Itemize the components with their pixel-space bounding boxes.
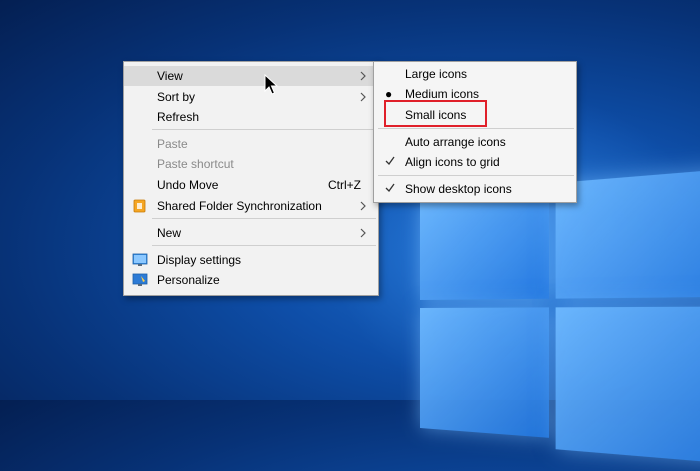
windows-logo [420,159,700,471]
submenu-item-auto-arrange[interactable]: Auto arrange icons [374,132,576,152]
menu-item-sort-by[interactable]: Sort by [124,87,378,107]
menu-item-label: Sort by [157,87,195,107]
view-submenu: Large icons ● Medium icons Small icons A… [373,61,577,203]
logo-pane-bottom-right [556,306,700,466]
menu-item-refresh[interactable]: Refresh [124,107,378,127]
submenu-separator [378,128,574,129]
menu-item-paste[interactable]: Paste [124,134,378,154]
sync-app-icon [132,199,148,213]
chevron-right-icon [358,201,368,211]
submenu-item-align-to-grid[interactable]: Align icons to grid [374,152,576,172]
menu-item-label: Shared Folder Synchronization [157,196,322,216]
annotation-highlight-box [384,100,487,127]
logo-pane-bottom-left [420,307,549,437]
logo-pane-top-right [556,166,700,299]
mouse-cursor-icon [264,74,278,96]
desktop-context-menu: View Sort by Refresh Paste Paste shortcu… [123,61,379,296]
menu-separator [152,129,376,130]
menu-item-view[interactable]: View [124,66,378,86]
menu-item-label: Undo Move [157,175,218,195]
menu-item-undo-move[interactable]: Undo Move Ctrl+Z [124,175,378,195]
menu-item-display-settings[interactable]: Display settings [124,250,378,270]
menu-item-shared-folder-sync[interactable]: Shared Folder Synchronization [124,196,378,216]
chevron-right-icon [358,71,368,81]
checkmark-icon [385,183,395,193]
menu-item-label: Paste [157,134,188,154]
chevron-right-icon [358,92,368,102]
menu-item-paste-shortcut[interactable]: Paste shortcut [124,154,378,174]
submenu-item-label: Show desktop icons [405,179,512,199]
personalize-icon [132,273,148,287]
checkmark-icon [385,156,395,166]
menu-item-accelerator: Ctrl+Z [328,175,361,195]
logo-pane-top-left [420,192,549,300]
menu-separator [152,245,376,246]
menu-item-new[interactable]: New [124,223,378,243]
menu-separator [152,218,376,219]
menu-item-personalize[interactable]: Personalize [124,270,378,290]
menu-item-label: Paste shortcut [157,154,234,174]
menu-item-label: View [157,66,183,86]
submenu-separator [378,175,574,176]
submenu-item-label: Large icons [405,64,467,84]
submenu-item-label: Align icons to grid [405,152,500,172]
submenu-item-large-icons[interactable]: Large icons [374,64,576,84]
menu-item-label: Personalize [157,270,220,290]
menu-item-label: Display settings [157,250,241,270]
submenu-item-show-desktop-icons[interactable]: Show desktop icons [374,179,576,199]
submenu-item-label: Auto arrange icons [405,132,506,152]
menu-item-label: Refresh [157,107,199,127]
display-settings-icon [132,253,148,267]
chevron-right-icon [358,228,368,238]
menu-item-label: New [157,223,181,243]
